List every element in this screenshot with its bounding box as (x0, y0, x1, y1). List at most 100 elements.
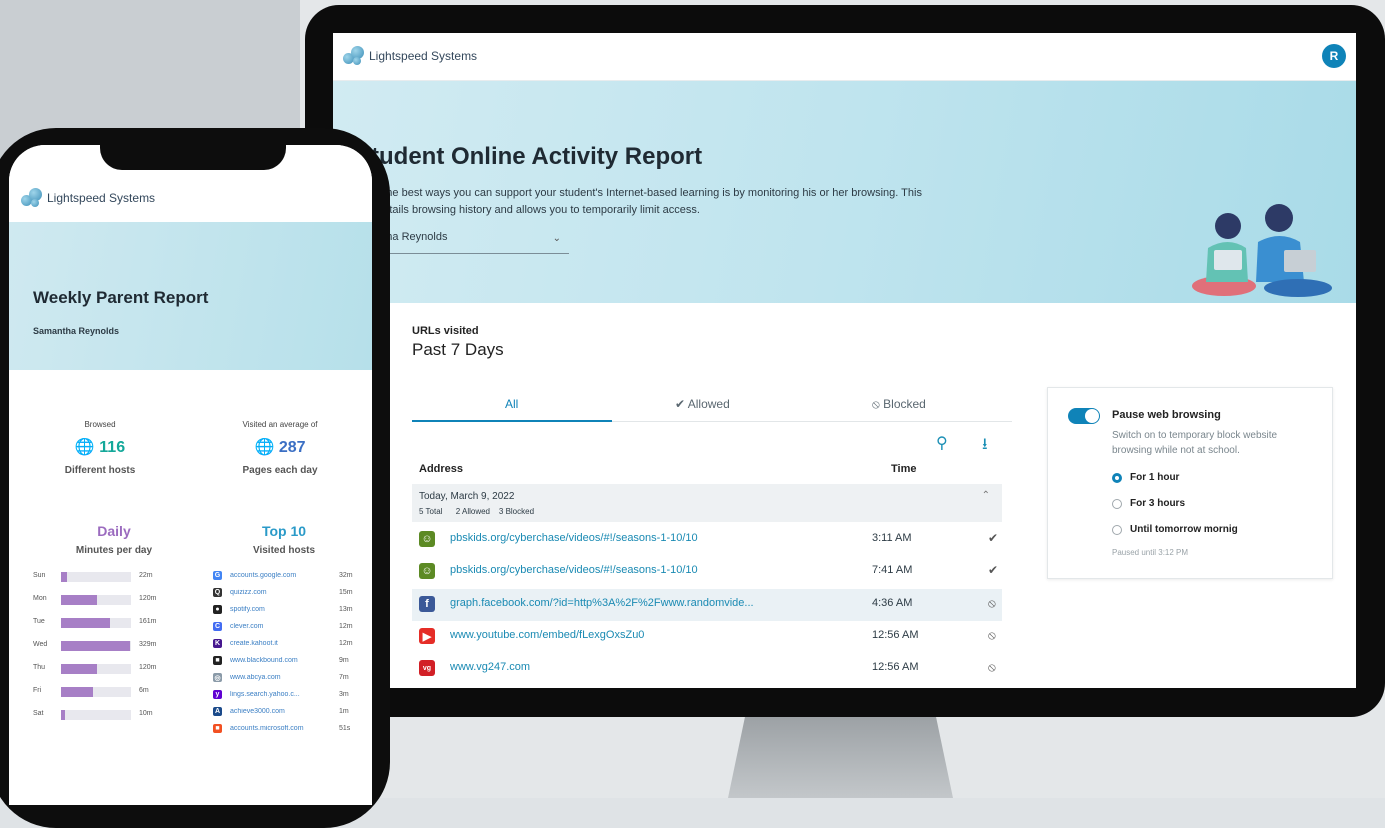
daily-row: Fri 6m (33, 685, 193, 699)
phone-hero: Weekly Parent Report Samantha Reynolds (9, 222, 372, 370)
host-name[interactable]: spotify.com (230, 606, 340, 613)
blocked-icon: ⦸ (988, 596, 996, 610)
host-name[interactable]: quizizz.com (230, 589, 340, 596)
active-tab-indicator (412, 420, 612, 422)
yahoo-icon: y (213, 690, 222, 699)
student-select[interactable]: antha Reynolds ⌄ (371, 231, 569, 254)
export-icon[interactable]: ⭳ (982, 433, 988, 460)
minutes-bar (61, 641, 130, 651)
minutes-bar (61, 572, 68, 582)
minutes-bar (61, 710, 65, 720)
lightspeed-logo-icon (343, 45, 365, 67)
quizizz-icon: Q (213, 588, 222, 597)
host-row[interactable]: ■ accounts.microsoft.com 51s (213, 723, 363, 737)
daily-title: Daily (97, 523, 131, 539)
intro-line-1: of the best ways you can support your st… (371, 187, 922, 199)
column-header-address[interactable]: Address (419, 463, 463, 475)
host-name[interactable]: accounts.microsoft.com (230, 725, 340, 732)
youtube-icon: ▶ (419, 628, 435, 644)
radio-1-hour[interactable]: For 1 hour (1112, 472, 1179, 483)
minutes-bar-track (61, 595, 131, 605)
lightspeed-logo[interactable]: Lightspeed Systems (21, 187, 155, 209)
host-time: 15m (339, 589, 353, 596)
host-name[interactable]: accounts.google.com (230, 572, 340, 579)
radio-selected-icon[interactable] (1112, 472, 1122, 483)
row-url[interactable]: pbskids.org/cyberchase/videos/#!/seasons… (450, 564, 698, 576)
table-row[interactable]: f graph.facebook.com/?id=http%3A%2F%2Fww… (412, 589, 1002, 621)
day-name: Thu (33, 664, 46, 671)
row-url[interactable]: www.vg247.com (450, 661, 530, 673)
pause-status-note: Paused until 3:12 PM (1112, 548, 1189, 557)
phone-student-name: Samantha Reynolds (33, 326, 120, 336)
day-minutes: 161m (139, 618, 157, 625)
day-name: Tue (33, 618, 45, 625)
host-row[interactable]: Qquizizz.com 15m (213, 587, 363, 601)
table-row[interactable]: vg www.vg247.com 12:56 AM ⦸ (412, 653, 1002, 685)
tab-blocked[interactable]: ⦸ Blocked (872, 397, 926, 412)
day-minutes: 120m (139, 595, 157, 602)
host-name[interactable]: create.kahoot.it (230, 640, 340, 647)
radio-until-tomorrow[interactable]: Until tomorrow mornig (1112, 524, 1238, 535)
vg247-icon: vg (419, 660, 435, 676)
visited-stat: 🌐 287 (205, 437, 355, 457)
allowed-check-icon: ✔ (988, 563, 999, 577)
day-name: Mon (33, 595, 47, 602)
pbs-icon: ☺ (419, 563, 435, 579)
table-row[interactable]: ☺ pbskids.org/cyberchase/videos/#!/seaso… (412, 556, 1002, 588)
day-minutes: 10m (139, 710, 153, 717)
day-minutes: 120m (139, 664, 157, 671)
pbs-icon: ☺ (419, 531, 435, 547)
pause-title: Pause web browsing (1112, 409, 1221, 421)
host-row[interactable]: ● spotify.com 13m (213, 604, 363, 618)
host-name[interactable]: clever.com (230, 623, 340, 630)
table-row[interactable]: ☺ pbskids.org/cyberchase/videos/#!/seaso… (412, 524, 1002, 556)
host-row[interactable]: ◎ www.abcya.com 7m (213, 672, 363, 686)
chevron-up-icon[interactable]: ⌃ (982, 490, 990, 501)
host-row[interactable]: ■ www.blackbound.com 9m (213, 655, 363, 669)
minutes-bar (61, 664, 98, 674)
top-hosts-title: Top 10 (261, 523, 307, 539)
page-title: tudent Online Activity Report (371, 143, 703, 170)
search-icon[interactable]: ⚲ (936, 433, 948, 453)
host-name[interactable]: www.abcya.com (230, 674, 340, 681)
day-name: Sat (33, 710, 44, 717)
radio-icon[interactable] (1112, 498, 1122, 509)
daily-row: Mon 120m (33, 593, 193, 607)
radio-icon[interactable] (1112, 524, 1122, 535)
daily-row: Thu 120m (33, 662, 193, 676)
visited-value: 287 (278, 439, 306, 456)
host-row[interactable]: Gaccounts.google.com 32m (213, 570, 363, 584)
host-row[interactable]: y lings.search.yahoo.c... 3m (213, 689, 363, 703)
host-time: 12m (339, 623, 353, 630)
host-row[interactable]: Cclever.com 12m (213, 621, 363, 635)
blocked-icon: ⦸ (988, 660, 996, 674)
host-row[interactable]: Aachieve3000.com 1m (213, 706, 363, 720)
tab-allowed[interactable]: ✔ Allowed (675, 397, 730, 411)
user-avatar[interactable]: R (1322, 44, 1346, 68)
phone-report-title: Weekly Parent Report (33, 288, 209, 307)
brand-name: Lightspeed Systems (369, 49, 478, 63)
allowed-check-icon: ✔ (988, 531, 999, 545)
column-header-time[interactable]: Time (891, 463, 916, 475)
radio-3-hours[interactable]: For 3 hours (1112, 498, 1185, 509)
table-row[interactable]: ▶ www.youtube.com/embed/fLexgOxsZu0 12:5… (412, 621, 1002, 653)
host-name[interactable]: achieve3000.com (230, 708, 340, 715)
group-summary: 5 Total 2 Allowed 3 Blocked (419, 507, 535, 516)
date-group-header[interactable]: Today, March 9, 2022 5 Total 2 Allowed 3… (412, 484, 1002, 522)
desktop-screen: Lightspeed Systems R tudent Online Activ… (333, 33, 1356, 688)
host-name[interactable]: www.blackbound.com (230, 657, 340, 664)
lightspeed-logo[interactable]: Lightspeed Systems (343, 45, 477, 67)
row-url[interactable]: www.youtube.com/embed/fLexgOxsZu0 (450, 629, 644, 641)
host-time: 13m (339, 606, 353, 613)
tab-all[interactable]: All (505, 397, 518, 411)
pause-toggle[interactable] (1068, 408, 1100, 424)
browsed-label: Browsed (84, 420, 116, 429)
minutes-bar (61, 687, 93, 697)
row-url[interactable]: graph.facebook.com/?id=http%3A%2F%2Fwww.… (450, 597, 754, 609)
section-title: Past 7 Days (412, 340, 504, 359)
row-url[interactable]: pbskids.org/cyberchase/videos/#!/seasons… (450, 532, 698, 544)
host-row[interactable]: Kcreate.kahoot.it 12m (213, 638, 363, 652)
host-name[interactable]: lings.search.yahoo.c... (230, 691, 340, 698)
report-hero: tudent Online Activity Report of the bes… (333, 81, 1356, 303)
browsed-sub: Different hosts (64, 465, 136, 476)
